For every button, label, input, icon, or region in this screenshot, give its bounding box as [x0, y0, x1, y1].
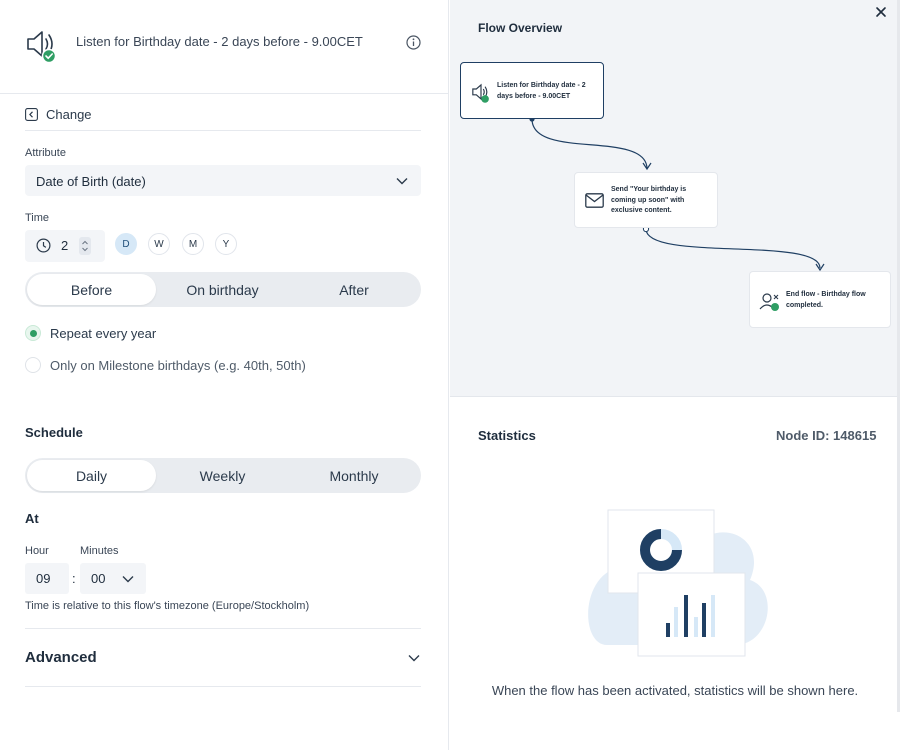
divider — [25, 686, 421, 687]
trigger-title: Listen for Birthday date - 2 days before… — [76, 34, 363, 49]
change-button[interactable]: Change — [25, 107, 92, 122]
envelope-icon — [585, 193, 604, 208]
schedule-segmented-control: Daily Weekly Monthly — [25, 458, 421, 493]
flow-node-trigger[interactable]: Listen for Birthday date - 2 days before… — [460, 62, 604, 119]
weekly-option[interactable]: Weekly — [157, 460, 288, 491]
info-icon[interactable] — [406, 35, 421, 50]
timezone-note: Time is relative to this flow's timezone… — [25, 600, 310, 612]
monthly-option[interactable]: Monthly — [289, 460, 419, 491]
unit-week-button[interactable]: W — [148, 233, 170, 255]
flow-node-send-email-text: Send "Your birthday is coming up soon" w… — [611, 186, 687, 214]
milestone-birthdays-label: Only on Milestone birthdays (e.g. 40th, … — [50, 357, 306, 373]
minutes-value: 00 — [91, 571, 106, 586]
hour-input[interactable]: 09 — [25, 563, 69, 594]
repeat-every-year-label: Repeat every year — [50, 325, 157, 341]
radio-unselected-icon — [25, 357, 41, 373]
divider — [25, 628, 421, 629]
radio-selected-icon — [25, 325, 41, 341]
flow-node-trigger-text: Listen for Birthday date - 2 days before… — [497, 82, 586, 100]
relative-segmented-control: Before On birthday After — [25, 272, 421, 307]
user-end-icon — [759, 293, 779, 311]
hour-value: 09 — [36, 571, 51, 586]
flow-node-end-flow-text: End flow - Birthday flow completed. — [786, 291, 866, 309]
chevron-down-icon — [122, 576, 134, 583]
trigger-header: Listen for Birthday date - 2 days before… — [0, 0, 449, 94]
clock-icon — [36, 238, 51, 253]
statistics-title: Statistics — [478, 428, 536, 443]
unit-day-button[interactable]: D — [115, 233, 137, 255]
chevron-down-icon[interactable] — [407, 651, 421, 665]
attribute-value: Date of Birth (date) — [36, 174, 146, 189]
at-title: At — [25, 511, 39, 526]
repeat-every-year-radio[interactable]: Repeat every year — [25, 325, 156, 341]
after-option[interactable]: After — [289, 274, 419, 305]
statistics-illustration — [588, 509, 768, 657]
unit-year-button[interactable]: Y — [215, 233, 237, 255]
time-amount-value: 2 — [61, 238, 69, 253]
attribute-label: Attribute — [25, 147, 66, 159]
statistics-empty-message: When the flow has been activated, statis… — [491, 683, 859, 698]
stepper-icon[interactable] — [79, 237, 91, 255]
milestone-birthdays-radio[interactable]: Only on Milestone birthdays (e.g. 40th, … — [25, 357, 306, 373]
divider — [25, 130, 421, 131]
speaker-icon — [472, 83, 489, 103]
change-label: Change — [46, 107, 92, 122]
chevron-down-icon — [396, 178, 408, 185]
time-amount-input[interactable]: 2 — [25, 230, 105, 262]
unit-month-button[interactable]: M — [182, 233, 204, 255]
minutes-select[interactable]: 00 — [80, 563, 146, 594]
advanced-title[interactable]: Advanced — [25, 649, 97, 666]
flow-node-send-email[interactable]: Send "Your birthday is coming up soon" w… — [574, 172, 718, 228]
time-separator: : — [72, 571, 76, 586]
minutes-label: Minutes — [80, 545, 119, 557]
before-option[interactable]: Before — [27, 274, 156, 305]
schedule-title: Schedule — [25, 425, 83, 440]
daily-option[interactable]: Daily — [27, 460, 156, 491]
settings-panel: Listen for Birthday date - 2 days before… — [0, 0, 449, 750]
time-label: Time — [25, 212, 50, 224]
on-birthday-option[interactable]: On birthday — [157, 274, 288, 305]
speaker-icon — [27, 31, 57, 63]
chevron-left-box-icon — [25, 108, 38, 121]
hour-label: Hour — [25, 545, 49, 557]
flow-node-end-flow[interactable]: End flow - Birthday flow completed. — [749, 271, 891, 328]
attribute-select[interactable]: Date of Birth (date) — [25, 165, 421, 196]
node-id-label: Node ID: 148615 — [776, 428, 877, 443]
